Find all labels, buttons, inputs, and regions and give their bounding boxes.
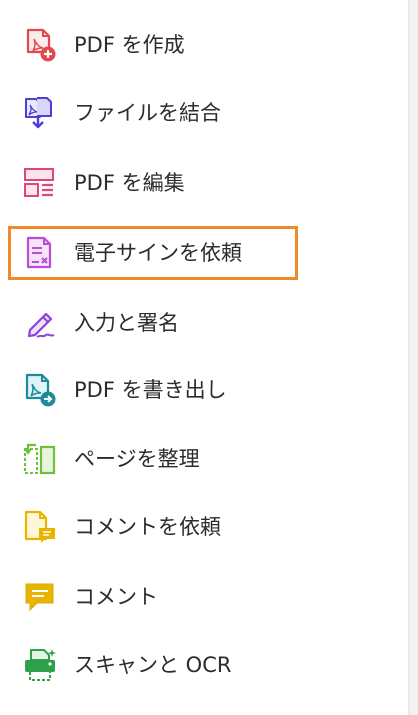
tool-combine-files[interactable]: ファイルを結合 [0, 83, 408, 143]
tool-label: 電子サインを依頼 [74, 241, 242, 265]
create-pdf-icon [22, 27, 58, 63]
scrollbar[interactable] [408, 0, 418, 715]
comment-icon [22, 579, 58, 615]
tool-scan-ocr[interactable]: スキャンと OCR [0, 635, 408, 695]
organize-pages-icon [22, 441, 58, 477]
tool-comment[interactable]: コメント [0, 567, 408, 627]
tool-label: PDF を書き出し [74, 378, 227, 402]
tool-label: コメント [74, 585, 158, 609]
tool-label: スキャンと OCR [74, 653, 232, 677]
tool-label: ファイルを結合 [74, 101, 221, 125]
send-for-comments-icon [22, 509, 58, 545]
tool-request-signature[interactable]: 電子サインを依頼 [0, 223, 408, 283]
tool-label: 入力と署名 [74, 311, 179, 335]
tool-fill-sign[interactable]: 入力と署名 [0, 293, 408, 353]
combine-files-icon [22, 95, 58, 131]
export-pdf-icon [22, 372, 58, 408]
tool-label: コメントを依頼 [74, 515, 221, 539]
request-signature-icon [22, 235, 58, 271]
tool-edit-pdf[interactable]: PDF を編集 [0, 153, 408, 213]
tool-organize-pages[interactable]: ページを整理 [0, 429, 408, 489]
tools-panel: PDF を作成 ファイルを結合 PDF を編集 電子サインを依頼 入力と署名 P… [0, 0, 408, 715]
tool-create-pdf[interactable]: PDF を作成 [0, 15, 408, 75]
tool-send-for-comments[interactable]: コメントを依頼 [0, 497, 408, 557]
tool-label: PDF を作成 [74, 33, 185, 57]
fill-sign-icon [22, 305, 58, 341]
edit-pdf-icon [22, 165, 58, 201]
tool-label: PDF を編集 [74, 171, 185, 195]
tool-label: ページを整理 [74, 447, 200, 471]
scan-ocr-icon [22, 647, 58, 683]
tool-export-pdf[interactable]: PDF を書き出し [0, 360, 408, 420]
